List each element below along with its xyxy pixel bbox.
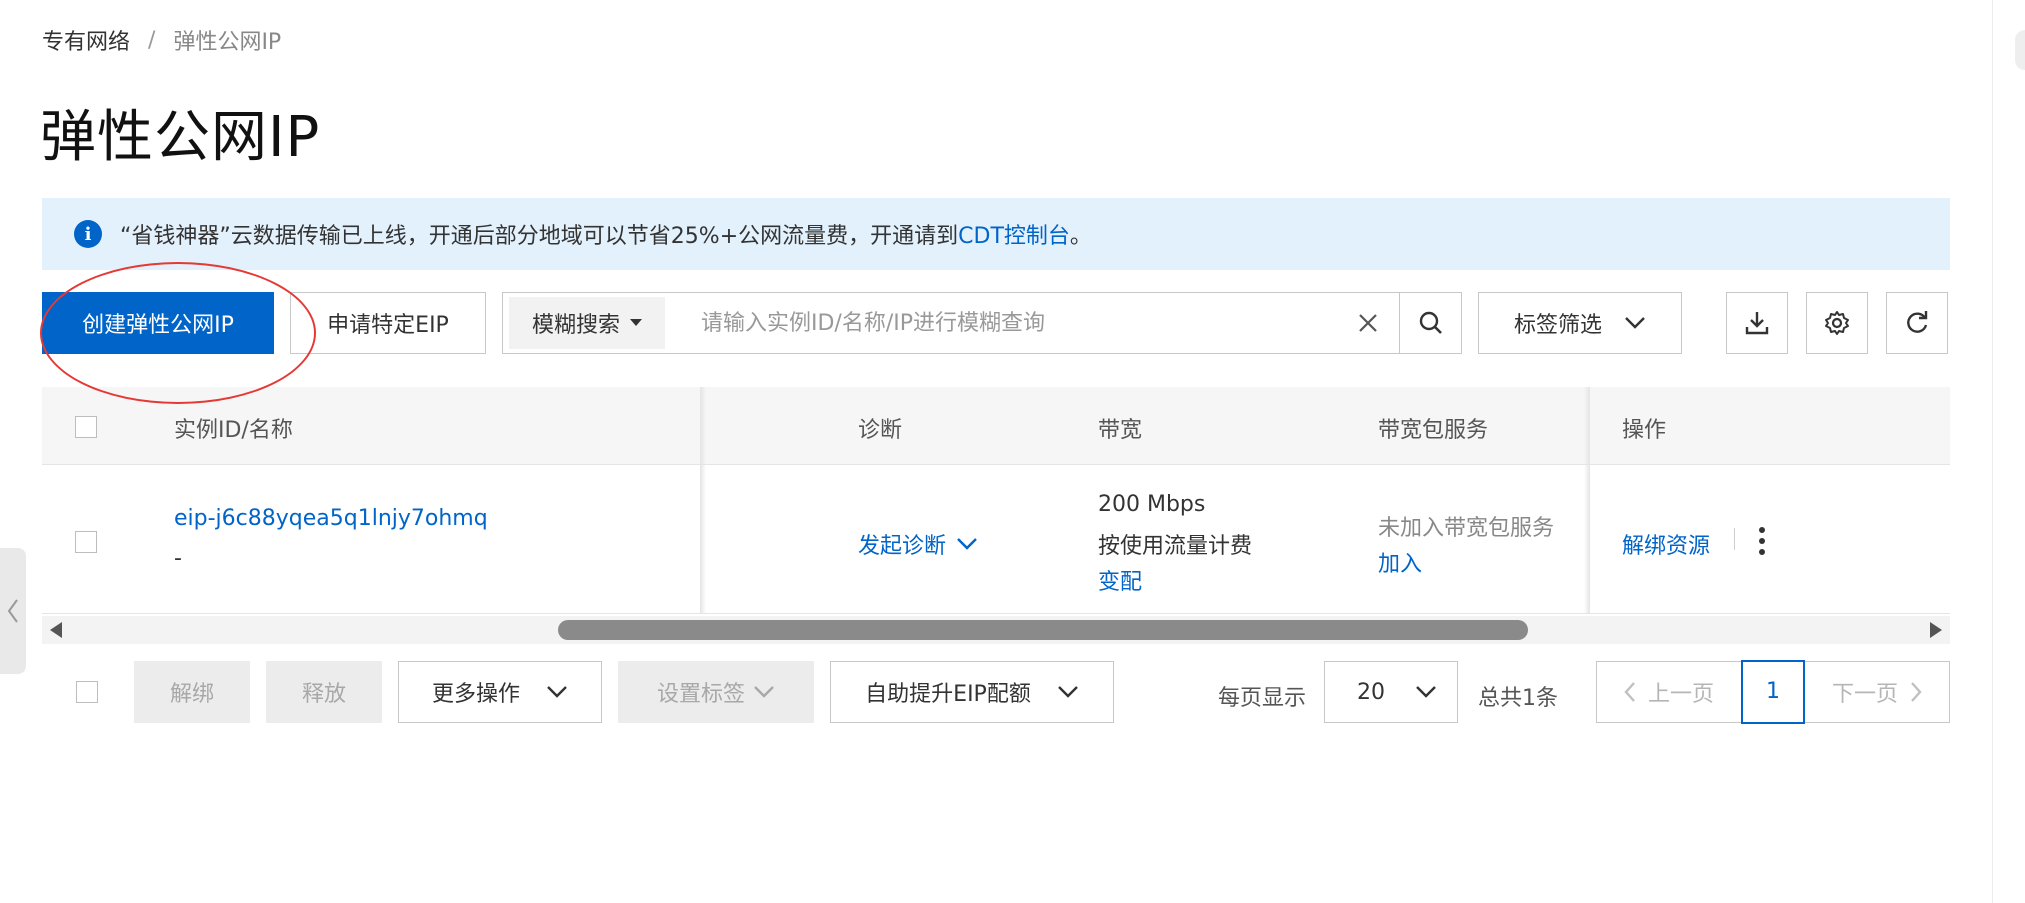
page-size-select[interactable]: 20 — [1324, 661, 1458, 723]
instance-id-link[interactable]: eip-j6c88yqea5q1lnjy7ohmq — [174, 506, 488, 531]
notice-banner: i “省钱神器”云数据传输已上线，开通后部分地域可以节省25%+公网流量费，开通… — [42, 198, 1950, 270]
scroll-left-icon[interactable] — [50, 622, 64, 638]
fixed-column-shadow-right — [1584, 387, 1590, 614]
column-header-instance: 实例ID/名称 — [174, 418, 293, 443]
tag-filter-label: 标签筛选 — [1513, 313, 1602, 338]
page-size-label: 每页显示 — [1218, 686, 1307, 711]
prev-page-label: 上一页 — [1647, 682, 1714, 707]
unbind-button[interactable]: 解绑 — [134, 661, 250, 723]
footer-select-all-checkbox[interactable] — [76, 681, 98, 703]
column-header-actions: 操作 — [1622, 418, 1667, 443]
bandwidth-value: 200 Mbps — [1098, 492, 1206, 517]
refresh-button[interactable] — [1886, 292, 1948, 354]
release-button[interactable]: 释放 — [266, 661, 382, 723]
chevron-down-icon — [1625, 317, 1645, 329]
select-all-checkbox[interactable] — [75, 416, 97, 438]
page-size-value: 20 — [1357, 679, 1385, 705]
breadcrumb-current: 弹性公网IP — [173, 30, 282, 55]
refresh-icon — [1907, 311, 1928, 333]
apply-specific-eip-button[interactable]: 申请特定EIP — [290, 292, 486, 354]
horizontal-scrollbar[interactable] — [42, 616, 1950, 644]
chevron-down-icon — [957, 538, 977, 550]
tag-filter-button[interactable]: 标签筛选 — [1478, 292, 1682, 354]
search-type-label: 模糊搜索 — [531, 313, 620, 338]
billing-method: 按使用流量计费 — [1098, 534, 1253, 559]
action-divider — [1734, 528, 1735, 550]
search-input[interactable] — [665, 294, 1337, 352]
chevron-down-icon — [754, 686, 774, 698]
page-number-current[interactable]: 1 — [1741, 659, 1805, 724]
prev-page-button[interactable]: 上一页 — [1597, 662, 1741, 722]
chevron-down-icon — [547, 686, 567, 698]
clear-icon[interactable] — [1337, 293, 1399, 353]
chevron-down-icon — [1057, 686, 1078, 698]
unbind-resource-link[interactable]: 解绑资源 — [1622, 528, 1710, 560]
column-header-bandwidth-package: 带宽包服务 — [1378, 418, 1489, 443]
increase-quota-label: 自助提升EIP配额 — [865, 682, 1031, 707]
breadcrumb: 专有网络 / 弹性公网IP — [42, 24, 281, 56]
search-button[interactable] — [1399, 293, 1461, 353]
download-button[interactable] — [1726, 292, 1788, 354]
package-status: 未加入带宽包服务 — [1378, 516, 1555, 541]
diagnose-link: 发起诊断 — [858, 534, 947, 559]
scrollbar-thumb[interactable] — [558, 620, 1528, 640]
sidebar-collapse-tab[interactable] — [0, 548, 26, 674]
total-count: 总共1条 — [1478, 686, 1558, 711]
right-panel-handle[interactable] — [2015, 30, 2025, 70]
row-checkbox[interactable] — [75, 531, 97, 553]
pagination: 上一页 1 下一页 — [1596, 659, 1950, 724]
join-package-link[interactable]: 加入 — [1378, 546, 1422, 578]
set-tags-button[interactable]: 设置标签 — [618, 661, 814, 723]
change-spec-link[interactable]: 变配 — [1098, 564, 1142, 596]
column-header-diagnose: 诊断 — [858, 418, 903, 443]
create-eip-button[interactable]: 创建弹性公网IP — [42, 292, 274, 354]
increase-quota-button[interactable]: 自助提升EIP配额 — [830, 661, 1114, 723]
right-panel-edge — [1992, 0, 2025, 903]
chevron-left-icon — [1624, 682, 1635, 702]
notice-suffix: 。 — [1069, 224, 1092, 249]
chevron-down-icon — [1416, 686, 1436, 698]
next-page-button[interactable]: 下一页 — [1805, 662, 1949, 722]
chevron-right-icon — [1911, 682, 1922, 702]
next-page-label: 下一页 — [1831, 682, 1898, 707]
column-header-bandwidth: 带宽 — [1098, 418, 1143, 443]
more-operations-button[interactable]: 更多操作 — [398, 661, 602, 723]
gear-icon — [1825, 311, 1849, 335]
chevron-left-icon — [7, 599, 18, 623]
more-operations-label: 更多操作 — [431, 682, 520, 707]
fixed-column-shadow-left — [700, 387, 706, 614]
page-title: 弹性公网IP — [40, 105, 321, 170]
info-icon: i — [74, 220, 102, 248]
settings-button[interactable] — [1806, 292, 1868, 354]
cdt-console-link[interactable]: CDT控制台 — [958, 218, 1070, 250]
instance-name: - — [174, 546, 182, 571]
set-tags-label: 设置标签 — [656, 682, 745, 707]
notice-text: “省钱神器”云数据传输已上线，开通后部分地域可以节省25%+公网流量费，开通请到 — [120, 224, 959, 249]
search-icon — [1419, 311, 1442, 334]
more-actions-icon[interactable] — [1752, 524, 1772, 558]
search-box: 模糊搜索 — [502, 292, 1462, 354]
diagnose-dropdown[interactable]: 发起诊断 — [858, 528, 978, 560]
caret-down-icon — [630, 319, 642, 326]
breadcrumb-parent-link[interactable]: 专有网络 — [42, 24, 130, 56]
breadcrumb-separator: / — [148, 27, 156, 53]
download-icon — [1745, 312, 1769, 335]
scroll-right-icon[interactable] — [1928, 622, 1942, 638]
search-type-select[interactable]: 模糊搜索 — [509, 297, 665, 349]
